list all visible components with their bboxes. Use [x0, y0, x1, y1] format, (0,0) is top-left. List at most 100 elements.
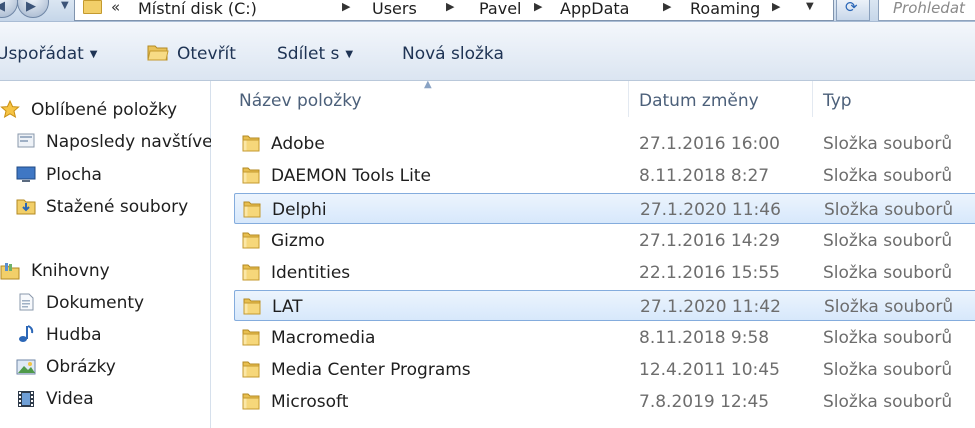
table-row[interactable]: Identities 22.1.2016 15:55 Složka souborů [234, 257, 975, 288]
nav-favorites[interactable]: Oblíbené položky [31, 100, 177, 120]
folder-icon [243, 201, 261, 218]
file-name: Gizmo [271, 231, 325, 251]
file-name: Media Center Programs [271, 360, 471, 380]
folder-icon [242, 135, 260, 152]
star-icon [0, 100, 20, 118]
file-name: LAT [272, 297, 303, 317]
table-row[interactable]: Macromedia 8.11.2018 9:58 Složka souborů [234, 322, 975, 353]
file-type: Složka souborů [823, 166, 953, 186]
back-button[interactable]: ◀ [0, 0, 18, 18]
recent-places-icon [17, 133, 35, 148]
nav-documents[interactable]: Dokumenty [46, 293, 144, 313]
nav-desktop[interactable]: Plocha [46, 165, 102, 185]
table-row[interactable]: Delphi 27.1.2020 11:46 Složka souborů [234, 193, 975, 224]
desktop-icon [16, 166, 36, 182]
table-row[interactable]: Adobe 27.1.2016 16:00 Složka souborů [234, 128, 975, 159]
share-label: Sdílet s [277, 44, 340, 64]
file-type: Složka souborů [824, 200, 954, 220]
table-row[interactable]: Media Center Programs 12.4.2011 10:45 Slož… [234, 354, 975, 385]
table-row[interactable]: Gizmo 27.1.2016 14:29 Složka souborů [234, 225, 975, 256]
nav-downloads[interactable]: Stažené soubory [46, 197, 188, 217]
forward-arrow-icon: ▶ [26, 0, 36, 14]
breadcrumb-separator-icon[interactable]: ▶ [772, 0, 780, 13]
column-header-name-label: Název položky [239, 91, 362, 111]
nav-pictures[interactable]: Obrázky [46, 357, 116, 377]
folder-icon [243, 298, 261, 315]
open-button[interactable]: Otevřít [177, 44, 236, 64]
breadcrumb-separator-icon[interactable]: ▶ [534, 0, 542, 13]
file-type: Složka souborů [824, 297, 954, 317]
open-folder-icon[interactable] [147, 43, 169, 61]
address-history-dropdown-icon[interactable]: ▼ [806, 1, 814, 12]
breadcrumb-separator-icon[interactable]: ▶ [446, 0, 454, 13]
file-date-modified: 8.11.2018 8:27 [639, 166, 770, 186]
breadcrumb-local-disk[interactable]: Místní disk (C:) [138, 0, 257, 18]
libraries-icon [0, 263, 20, 280]
organize-label: Uspořádat [0, 44, 84, 64]
share-with-button[interactable]: Sdílet s ▼ [277, 44, 353, 64]
column-header-type-label: Typ [823, 91, 852, 111]
folder-icon [242, 264, 260, 281]
file-date-modified: 7.8.2019 12:45 [639, 392, 770, 412]
address-box[interactable]: « Místní disk (C:) ▶ Users ▶ Pavel ▶ App… [74, 0, 834, 21]
file-date-modified: 27.1.2016 14:29 [639, 231, 780, 251]
file-date-modified: 27.1.2016 16:00 [639, 134, 780, 154]
address-bar-strip: ◀ ▶ ▼ « Místní disk (C:) ▶ Users ▶ Pavel… [0, 0, 975, 22]
command-bar: Uspořádat ▼ Otevřít Sdílet s ▼ Nová složka [0, 22, 975, 81]
address-overflow-chevron[interactable]: « [111, 0, 120, 16]
file-date-modified: 27.1.2020 11:46 [640, 200, 781, 220]
folder-icon [242, 232, 260, 249]
file-name: Microsoft [271, 392, 349, 412]
file-date-modified: 12.4.2011 10:45 [639, 360, 780, 380]
file-date-modified: 22.1.2016 15:55 [639, 263, 780, 283]
breadcrumb-roaming[interactable]: Roaming [690, 0, 760, 18]
videos-icon [18, 391, 34, 407]
file-type: Složka souborů [823, 360, 953, 380]
folder-icon [242, 329, 260, 346]
file-type: Složka souborů [823, 328, 953, 348]
chevron-down-icon: ▼ [89, 49, 98, 60]
file-name: Identities [271, 263, 351, 283]
refresh-icon: ⟳ [845, 0, 858, 16]
back-arrow-icon: ◀ [0, 0, 5, 14]
chevron-down-icon: ▼ [345, 49, 354, 60]
nav-music[interactable]: Hudba [46, 325, 102, 345]
file-name: Adobe [271, 134, 325, 154]
file-date-modified: 27.1.2020 11:42 [640, 297, 781, 317]
nav-videos[interactable]: Videa [46, 389, 94, 409]
column-header-type[interactable]: Typ [813, 81, 975, 117]
music-icon [19, 325, 34, 342]
breadcrumb-separator-icon[interactable]: ▶ [342, 0, 350, 13]
documents-icon [19, 293, 34, 311]
organize-button[interactable]: Uspořádat ▼ [0, 44, 97, 64]
breadcrumb-users[interactable]: Users [372, 0, 417, 18]
table-row[interactable]: Microsoft 7.8.2019 12:45 Složka souborů [234, 386, 975, 417]
table-row[interactable]: LAT 27.1.2020 11:42 Složka souborů [234, 290, 975, 321]
file-name: Macromedia [271, 328, 376, 348]
breadcrumb-separator-icon[interactable]: ▶ [663, 0, 671, 13]
refresh-button[interactable]: ⟳ [836, 0, 870, 21]
folder-icon [83, 0, 102, 14]
nav-libraries[interactable]: Knihovny [31, 261, 110, 281]
column-header-date-label: Datum změny [639, 91, 759, 111]
search-input[interactable]: Prohledat [878, 0, 975, 21]
column-header-name[interactable]: Název položky [211, 81, 629, 117]
search-placeholder: Prohledat [893, 0, 965, 17]
file-date-modified: 8.11.2018 9:58 [639, 328, 770, 348]
file-name: DAEMON Tools Lite [271, 166, 431, 186]
folder-icon [242, 393, 260, 410]
table-row[interactable]: DAEMON Tools Lite 8.11.2018 8:27 Složka so… [234, 160, 975, 191]
breadcrumb-appdata[interactable]: AppData [560, 0, 629, 18]
recent-pages-dropdown-icon[interactable]: ▼ [61, 0, 69, 11]
file-type: Složka souborů [823, 392, 953, 412]
file-list: ▲ Název položky Datum změny Typ Adobe 27.… [211, 81, 975, 428]
navigation-pane: Oblíbené položky Naposledy navštívené mí… [0, 81, 287, 428]
column-header-date[interactable]: Datum změny [629, 81, 813, 117]
pictures-icon [16, 359, 36, 375]
breadcrumb-pavel[interactable]: Pavel [479, 0, 522, 18]
new-folder-button[interactable]: Nová složka [402, 44, 504, 64]
file-type: Složka souborů [823, 134, 953, 154]
forward-button[interactable]: ▶ [17, 0, 49, 18]
file-type: Složka souborů [823, 231, 953, 251]
file-type: Složka souborů [823, 263, 953, 283]
